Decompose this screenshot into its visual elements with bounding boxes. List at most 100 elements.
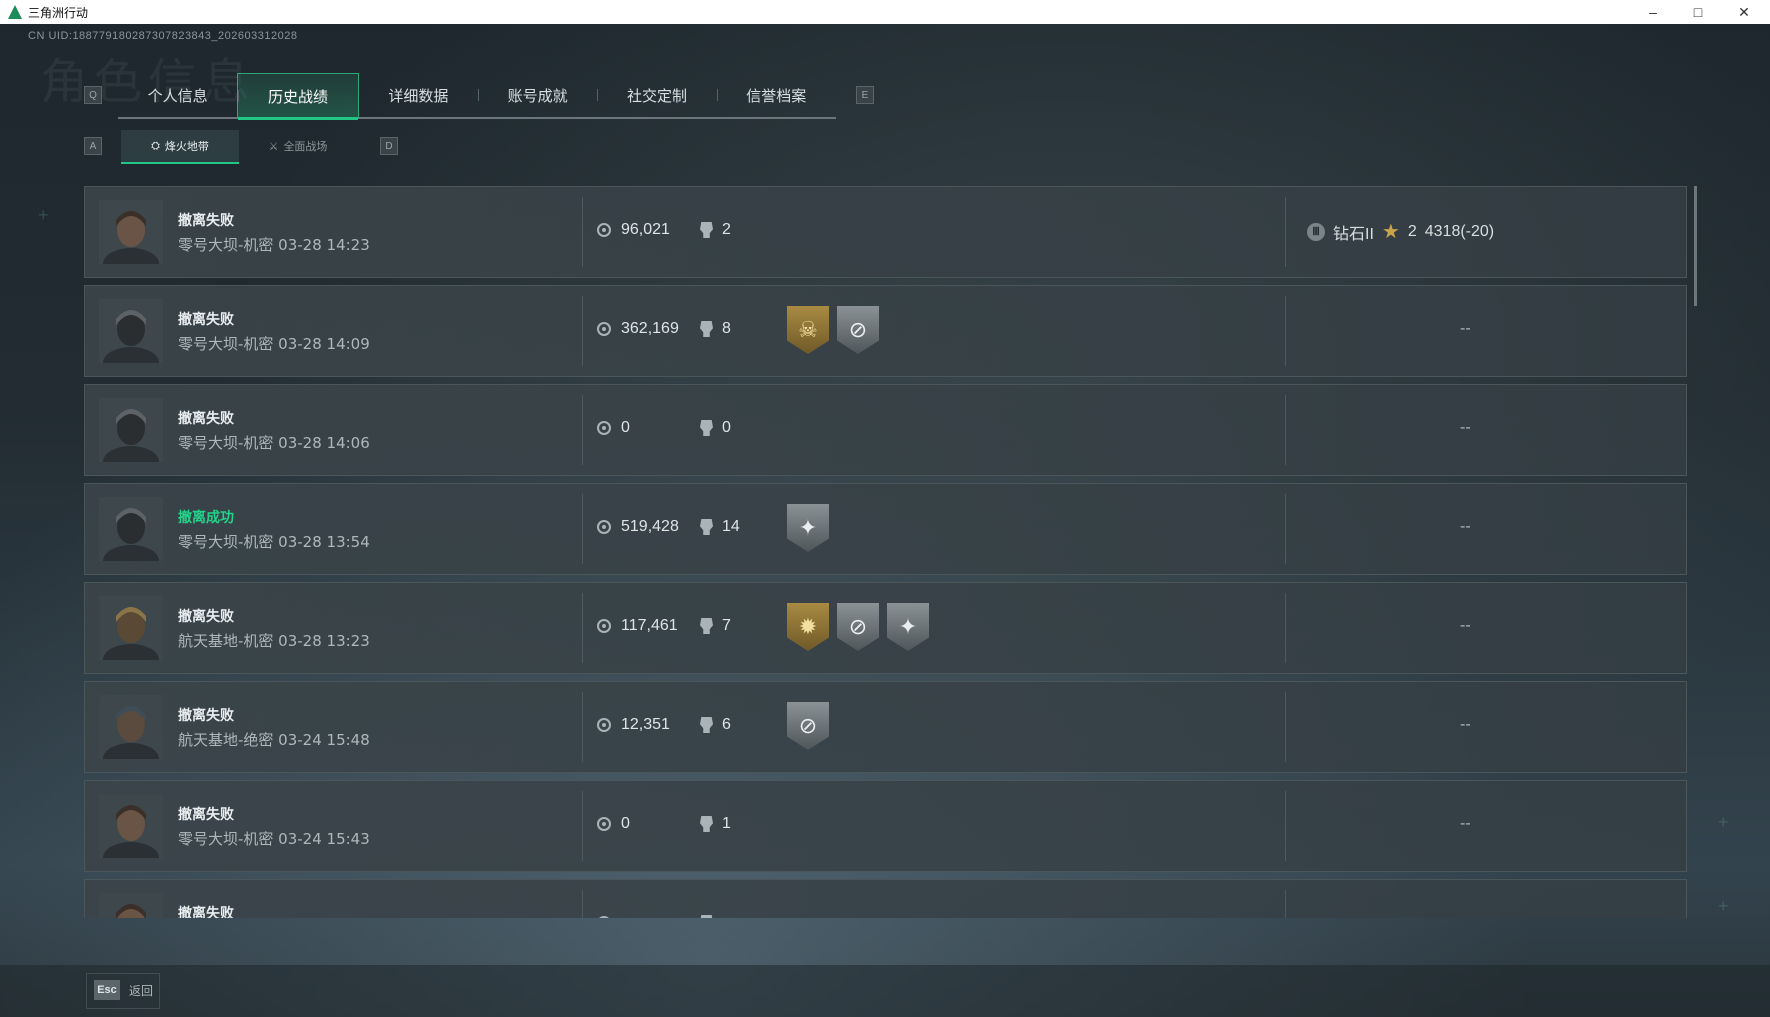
tab-detailed-data[interactable]: 详细数据 [359,73,478,117]
column-divider [1285,692,1286,762]
tab-social[interactable]: 社交定制 [597,73,716,117]
tab-credit[interactable]: 信誉档案 [716,73,836,117]
coin-icon [597,817,611,831]
operator-avatar [99,794,163,858]
kill-icon [700,915,713,918]
match-record-row[interactable]: 撤离失败 航天基地-机密 03-28 13:23 117,461 7 ✹ ⊘ ✦ -- [84,582,1687,674]
result-label: 撤离成功 [178,510,234,526]
kills-value: 1 [722,815,731,832]
result-label: 撤离失败 [178,807,234,823]
kill-icon [700,816,713,832]
map-time-label: 零号大坝-机密 03-28 14:23 [178,236,370,254]
result-label: 撤离失败 [178,906,234,918]
rank-score: 4318(-20) [1424,222,1495,240]
list-scrollbar[interactable] [1694,186,1697,306]
tab-next-key[interactable]: E [856,86,874,104]
operator-avatar [99,200,163,264]
coins-value: 362,169 [621,320,679,337]
column-divider [582,791,583,861]
kills-value: 7 [722,617,731,634]
close-button[interactable]: ✕ [1722,0,1766,24]
tab-achievements[interactable]: 账号成就 [477,73,597,117]
match-record-row[interactable]: 撤离失败 零号大坝-机密 03-28 14:09 362,169 8 ☠ ⊘ -- [84,285,1687,377]
coins-value: 0 [621,419,630,436]
kill-icon [700,222,713,238]
rank-empty: -- [1460,320,1471,337]
subtab-prev-key[interactable]: A [84,137,102,155]
battlefield-icon: ⚔ [268,139,279,153]
map-time-label: 零号大坝-机密 03-28 14:09 [178,335,370,353]
kill-icon [700,519,713,535]
kills-value: 14 [722,518,740,535]
kills-value: 2 [722,221,731,238]
match-record-row[interactable]: 撤离失败 [84,879,1687,918]
match-record-row[interactable]: 撤离失败零号大坝-机密 03-24 15:43 0 1 -- [84,780,1687,872]
column-divider [1285,890,1286,918]
subtab-label: 全面战场 [283,140,328,153]
coin-icon [597,916,611,918]
column-divider [582,593,583,663]
back-label: 返回 [129,984,154,998]
kill-icon [700,717,713,733]
mode-subtabs: ⛭ 烽火地带 ⚔ 全面战场 [121,130,357,164]
silver-star-badge-icon[interactable]: ✦ [887,603,929,651]
silver-crosshair-badge-icon[interactable]: ⊘ [837,306,879,354]
match-record-row[interactable]: 撤离成功 零号大坝-机密 03-28 13:54 519,428 14 ✦ -- [84,483,1687,575]
map-time-label: 航天基地-机密 03-28 13:23 [178,632,370,650]
result-label: 撤离失败 [178,411,234,427]
tab-prev-key[interactable]: Q [84,86,102,104]
kills-value: 6 [722,716,731,733]
silver-crosshair-badge-icon[interactable]: ⊘ [787,702,829,750]
column-divider [1285,296,1286,366]
operator-avatar [99,695,163,759]
result-label: 撤离失败 [178,312,234,328]
column-divider [582,395,583,465]
operator-avatar [99,596,163,660]
coin-icon [597,520,611,534]
window-titlebar: 三角洲行动 – □ ✕ [0,0,1770,24]
badge-group: ⊘ [787,702,829,750]
rank-empty: -- [1460,518,1471,535]
rank-empty: -- [1460,419,1471,436]
column-divider [582,890,583,918]
operator-avatar [99,299,163,363]
subtab-next-key[interactable]: D [380,137,398,155]
column-divider [582,494,583,564]
silver-crosshair-badge-icon[interactable]: ⊘ [837,603,879,651]
operator-avatar [99,398,163,462]
match-record-row[interactable]: 撤离失败 航天基地-绝密 03-24 15:48 12,351 6 ⊘ -- [84,681,1687,773]
flame-zone-icon: ⛭ [151,139,160,152]
rank-empty: -- [1460,617,1471,634]
column-divider [1285,791,1286,861]
gold-sun-badge-icon[interactable]: ✹ [787,603,829,651]
minimize-button[interactable]: – [1631,0,1675,24]
column-divider [1285,395,1286,465]
gold-skull-badge-icon[interactable]: ☠ [787,306,829,354]
subtab-flame-zone[interactable]: ⛭ 烽火地带 [121,130,239,164]
match-record-row[interactable]: 撤离失败 零号大坝-机密 03-28 14:06 0 0 -- [84,384,1687,476]
column-divider [1285,494,1286,564]
subtab-battlefield[interactable]: ⚔ 全面战场 [239,130,357,162]
operator-avatar [99,893,163,918]
match-record-row[interactable]: 撤离失败 零号大坝-机密 03-28 14:23 96,021 2 Ⅲ 钻石II ★ … [84,186,1687,278]
column-divider [582,296,583,366]
column-divider [582,692,583,762]
rank-info: Ⅲ 钻石II ★ 2 4318(-20) [1307,219,1494,244]
result-label: 撤离失败 [178,609,234,625]
rank-tier-label: 钻石II [1333,225,1374,243]
rank-stars: 2 [1407,222,1417,240]
coins-value: 0 [621,815,630,832]
tab-personal-info[interactable]: 个人信息 [118,73,237,117]
map-time-label: 航天基地-绝密 03-24 15:48 [178,731,370,749]
rank-empty: -- [1460,815,1471,832]
result-label: 撤离失败 [178,708,234,724]
map-time-label: 零号大坝-机密 03-24 15:43 [178,830,370,848]
maximize-button[interactable]: □ [1676,0,1720,24]
kills-value: 0 [722,419,731,436]
map-time-label: 零号大坝-机密 03-28 13:54 [178,533,370,551]
kill-icon [700,321,713,337]
history-list: 撤离失败 零号大坝-机密 03-28 14:23 96,021 2 Ⅲ 钻石II ★ … [84,186,1687,918]
silver-star-badge-icon[interactable]: ✦ [787,504,829,552]
esc-key[interactable]: Esc [94,980,120,1000]
tab-history[interactable]: 历史战绩 [237,73,359,120]
